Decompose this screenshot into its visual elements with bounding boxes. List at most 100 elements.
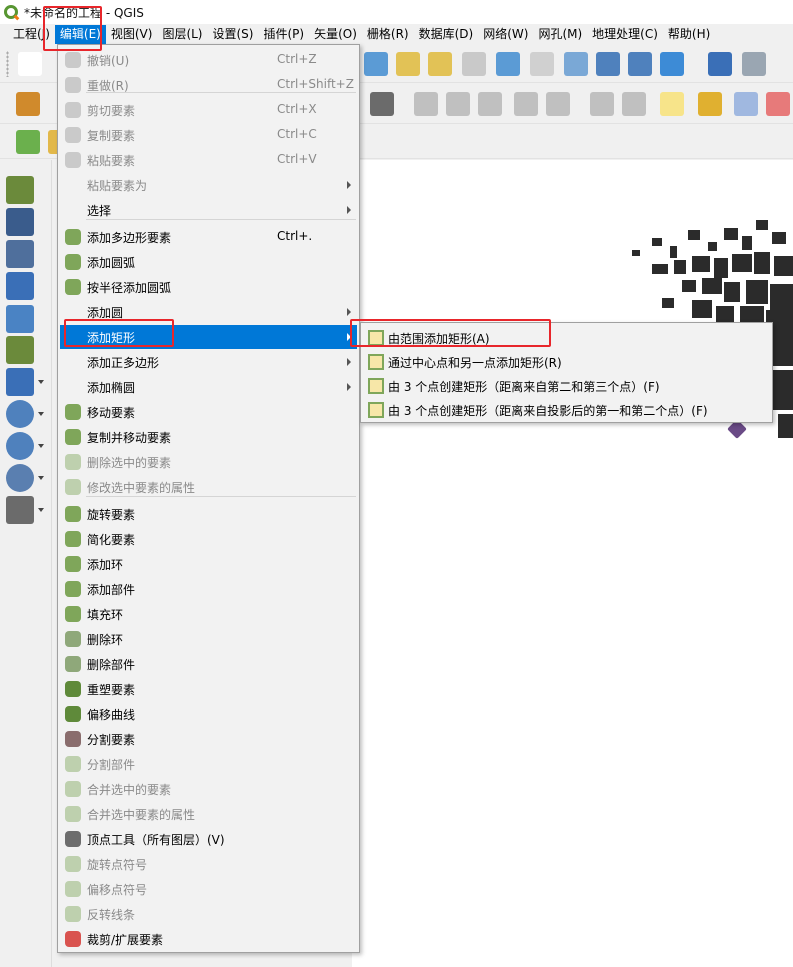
edit-menu-item-26[interactable]: 偏移曲线 <box>60 702 357 726</box>
chevron-down-icon[interactable] <box>38 444 44 448</box>
label-pin-icon[interactable] <box>734 92 758 116</box>
toolbar-grip[interactable] <box>6 51 9 77</box>
zoom-next-icon[interactable] <box>530 52 554 76</box>
menu-item-0[interactable]: 工程(J) <box>8 25 55 44</box>
menu-item-4[interactable]: 设置(S) <box>208 25 259 44</box>
browser-search-icon[interactable] <box>16 130 40 154</box>
add-vector-layer-icon[interactable] <box>6 176 34 204</box>
edit-menu-item-31[interactable]: 顶点工具（所有图层）(V) <box>60 827 357 851</box>
edit-menu-item-2[interactable]: 剪切要素 Ctrl+X <box>60 98 357 122</box>
new-project-icon[interactable] <box>18 52 42 76</box>
zoom-last-icon[interactable] <box>496 52 520 76</box>
menu-item-6[interactable]: 矢量(O) <box>309 25 362 44</box>
edit-menu-item-12[interactable]: 添加正多边形 <box>60 350 357 374</box>
label-icon[interactable] <box>660 92 684 116</box>
menu-item-2[interactable]: 视图(V) <box>106 25 158 44</box>
add-mesh-layer-icon[interactable] <box>6 240 34 268</box>
add-wms-icon[interactable] <box>6 400 34 428</box>
menu-item-9[interactable]: 网络(W) <box>478 25 533 44</box>
identify-icon[interactable] <box>708 52 732 76</box>
digitize-icon[interactable] <box>16 92 40 116</box>
edit-menu-item-27[interactable]: 分割要素 <box>60 727 357 751</box>
edit-menu-item-22[interactable]: 填充环 <box>60 602 357 626</box>
pan-icon[interactable] <box>364 52 388 76</box>
edit-menu-item-28[interactable]: 分割部件 <box>60 752 357 776</box>
bookmark-icon[interactable] <box>564 52 588 76</box>
modify-attributes-icon <box>65 479 81 495</box>
edit-menu-item-15[interactable]: 复制并移动要素 <box>60 425 357 449</box>
label-delete-icon[interactable] <box>766 92 790 116</box>
edit-menu-item-30[interactable]: 合并选中要素的属性 <box>60 802 357 826</box>
chevron-down-icon[interactable] <box>38 508 44 512</box>
redo-icon[interactable] <box>622 92 646 116</box>
chevron-down-icon[interactable] <box>38 476 44 480</box>
add-raster-layer-icon[interactable] <box>6 208 34 236</box>
edit-menu-item-34[interactable]: 反转线条 <box>60 902 357 926</box>
edit-menu-item-8[interactable]: 添加圆弧 <box>60 250 357 274</box>
rectangle-submenu-item-2[interactable]: 由 3 个点创建矩形（距离来自第二和第三个点）(F) <box>363 374 770 398</box>
diagram-icon[interactable] <box>698 92 722 116</box>
menu-item-12[interactable]: 帮助(H) <box>663 25 715 44</box>
edit-menu-item-5[interactable]: 粘贴要素为 <box>60 173 357 197</box>
edit-menu-item-1[interactable]: 重做(R) Ctrl+Shift+Z <box>60 73 357 97</box>
edit-menu-item-9[interactable]: 按半径添加圆弧 <box>60 275 357 299</box>
edit-menu-item-3[interactable]: 复制要素 Ctrl+C <box>60 123 357 147</box>
add-wcs-icon[interactable] <box>6 464 34 492</box>
delete-selected-icon[interactable] <box>446 92 470 116</box>
menu-item-8[interactable]: 数据库(D) <box>414 25 479 44</box>
menu-item-11[interactable]: 地理处理(C) <box>587 25 663 44</box>
edit-menu-item-10[interactable]: 添加圆 <box>60 300 357 324</box>
add-virtual-layer-icon[interactable] <box>6 496 34 524</box>
zoom-out-icon[interactable] <box>428 52 452 76</box>
edit-menu-item-16[interactable]: 删除选中的要素 <box>60 450 357 474</box>
submenu-arrow-icon <box>347 308 351 316</box>
edit-menu-item-11[interactable]: 添加矩形 <box>60 325 357 349</box>
edit-menu-item-18[interactable]: 旋转要素 <box>60 502 357 526</box>
edit-menu-item-0[interactable]: 撤销(U) Ctrl+Z <box>60 48 357 72</box>
add-gps-layer-icon[interactable] <box>6 305 34 333</box>
edit-menu-item-7[interactable]: 添加多边形要素 Ctrl+. <box>60 225 357 249</box>
zoom-full-icon[interactable] <box>628 52 652 76</box>
edit-menu-item-33[interactable]: 偏移点符号 <box>60 877 357 901</box>
vertex-tool-icon[interactable] <box>370 92 394 116</box>
edit-menu-item-19[interactable]: 简化要素 <box>60 527 357 551</box>
add-delimited-text-icon[interactable] <box>6 272 34 300</box>
edit-menu-item-label: 添加正多边形 <box>87 356 160 370</box>
add-postgis-icon[interactable] <box>6 368 34 396</box>
cut-icon[interactable] <box>478 92 502 116</box>
edit-menu-item-4[interactable]: 粘贴要素 Ctrl+V <box>60 148 357 172</box>
add-spatialite-icon[interactable] <box>6 336 34 364</box>
menu-item-3[interactable]: 图层(L) <box>157 25 207 44</box>
edit-menu-item-13[interactable]: 添加椭圆 <box>60 375 357 399</box>
zoom-native-icon[interactable] <box>462 52 486 76</box>
chevron-down-icon[interactable] <box>38 380 44 384</box>
edit-menu-item-29[interactable]: 合并选中的要素 <box>60 777 357 801</box>
edit-menu-item-21[interactable]: 添加部件 <box>60 577 357 601</box>
paste-icon[interactable] <box>546 92 570 116</box>
rectangle-submenu-item-0[interactable]: 由范围添加矩形(A) <box>363 326 770 350</box>
undo-icon[interactable] <box>590 92 614 116</box>
zoom-in-icon[interactable] <box>396 52 420 76</box>
rectangle-submenu-item-3[interactable]: 由 3 个点创建矩形（距离来自投影后的第一和第二个点）(F) <box>363 398 770 422</box>
redo-icon <box>65 77 81 93</box>
menu-item-5[interactable]: 插件(P) <box>258 25 309 44</box>
edit-menu-item-32[interactable]: 旋转点符号 <box>60 852 357 876</box>
new-bookmark-icon[interactable] <box>596 52 620 76</box>
menu-item-7[interactable]: 栅格(R) <box>362 25 414 44</box>
chevron-down-icon[interactable] <box>38 412 44 416</box>
add-wfs-icon[interactable] <box>6 432 34 460</box>
menu-item-10[interactable]: 网孔(M) <box>533 25 587 44</box>
copy-icon[interactable] <box>514 92 538 116</box>
magnifier-icon[interactable] <box>742 52 766 76</box>
edit-menu-item-23[interactable]: 删除环 <box>60 627 357 651</box>
edit-menu-item-35[interactable]: 裁剪/扩展要素 <box>60 927 357 951</box>
modify-attributes-icon[interactable] <box>414 92 438 116</box>
edit-menu-item-24[interactable]: 删除部件 <box>60 652 357 676</box>
edit-menu-item-20[interactable]: 添加环 <box>60 552 357 576</box>
map-canvas[interactable] <box>352 160 793 967</box>
edit-menu-item-14[interactable]: 移动要素 <box>60 400 357 424</box>
edit-menu-item-25[interactable]: 重塑要素 <box>60 677 357 701</box>
menu-edit[interactable]: 编辑(E) <box>54 25 106 44</box>
rectangle-submenu-item-1[interactable]: 通过中心点和另一点添加矩形(R) <box>363 350 770 374</box>
refresh-icon[interactable] <box>660 52 684 76</box>
